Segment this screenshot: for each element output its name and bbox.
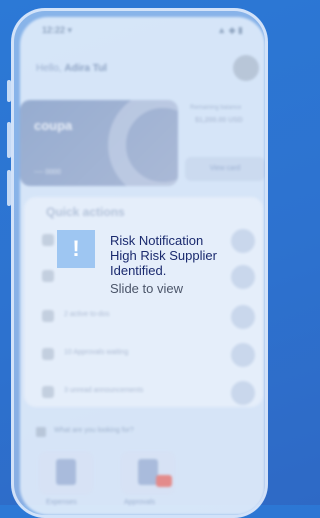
approvals-tile[interactable] xyxy=(120,451,176,495)
risk-notification[interactable]: ! Risk Notification High Risk Supplier I… xyxy=(57,230,227,310)
search-icon xyxy=(36,427,46,437)
balance-value: $1,200.00 USD xyxy=(195,117,243,124)
virtual-card[interactable]: coupa ---- 0000 xyxy=(20,100,178,186)
notification-badge xyxy=(156,475,172,487)
card-number: ---- 0000 xyxy=(34,169,61,176)
slide-to-view[interactable]: Slide to view xyxy=(110,281,183,296)
notification-message-cont: Identified. xyxy=(110,263,167,278)
quick-action-row[interactable]: 10 Approvals waiting xyxy=(38,343,255,367)
view-card-button[interactable]: View card xyxy=(185,157,265,181)
todo-icon xyxy=(42,310,54,322)
quick-action-label: 2 active to-dos xyxy=(64,311,110,318)
quick-action-label: 10 Approvals waiting xyxy=(64,349,129,356)
action-button[interactable] xyxy=(231,265,255,289)
approvals-icon xyxy=(42,348,54,360)
alert-icon: ! xyxy=(57,230,95,268)
greeting-prefix: Hello, xyxy=(36,63,62,74)
quick-action-label: 3 unread announcements xyxy=(64,387,144,394)
card-logo: coupa xyxy=(34,118,73,133)
quick-actions-title: Quick actions xyxy=(46,205,125,219)
avatar[interactable] xyxy=(233,55,259,81)
search-prompt: What are you looking for? xyxy=(54,427,134,434)
view-button[interactable] xyxy=(231,305,255,329)
arrow-button[interactable] xyxy=(231,381,255,405)
status-icons: ▲ ◆ ▮ xyxy=(217,25,243,35)
expenses-icon xyxy=(56,459,76,485)
balance-label: Remaining balance xyxy=(190,105,242,111)
announcement-icon xyxy=(42,386,54,398)
receipt-icon xyxy=(42,270,54,282)
approvals-icon xyxy=(138,459,158,485)
camera-button[interactable] xyxy=(231,229,255,253)
status-bar: 12:22 ▾ ▲ ◆ ▮ xyxy=(42,25,243,39)
notification-message: High Risk Supplier xyxy=(110,248,217,263)
greeting-name: Adira Tul xyxy=(64,63,107,74)
quick-action-row[interactable]: 3 unread announcements xyxy=(38,381,255,405)
search-prompt-row[interactable]: What are you looking for? xyxy=(36,423,257,443)
expenses-tile[interactable] xyxy=(38,451,94,495)
status-time: 12:22 ▾ xyxy=(42,25,73,35)
card-decoration xyxy=(108,100,178,186)
arrow-button[interactable] xyxy=(231,343,255,367)
notification-title: Risk Notification xyxy=(110,233,204,248)
greeting: Hello, Adira Tul xyxy=(36,63,107,74)
camera-icon xyxy=(42,234,54,246)
